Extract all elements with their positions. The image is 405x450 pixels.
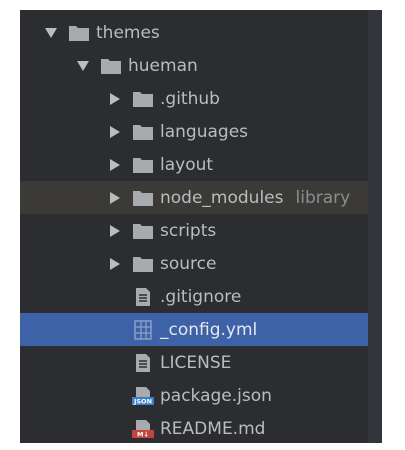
folder-icon: [100, 56, 122, 76]
tree-item-label: themes: [96, 22, 160, 43]
tree-item-themes[interactable]: themes: [20, 16, 368, 49]
project-tree-panel: themes hueman .github languages layout n…: [20, 10, 382, 443]
chevron-right-icon[interactable]: [108, 191, 122, 205]
chevron-right-icon[interactable]: [108, 257, 122, 271]
yml-file-icon: [132, 319, 154, 340]
vertical-scrollbar[interactable]: [368, 10, 382, 443]
chevron-down-icon[interactable]: [44, 26, 58, 40]
text-file-icon: [132, 353, 154, 373]
tree-item-label: .gitignore: [160, 286, 242, 307]
tree-item-source[interactable]: source: [20, 247, 368, 280]
svg-text:JSON: JSON: [133, 397, 152, 405]
tree-item-label: scripts: [160, 220, 217, 241]
tree-item-scripts[interactable]: scripts: [20, 214, 368, 247]
tree-item-label: _config.yml: [160, 319, 258, 340]
tree-item-gitignore[interactable]: .gitignore: [20, 280, 368, 313]
project-tree: themes hueman .github languages layout n…: [20, 16, 368, 443]
chevron-right-icon[interactable]: [108, 92, 122, 106]
folder-icon: [132, 122, 154, 142]
folder-icon: [68, 23, 90, 43]
json-file-icon: JSON: [132, 386, 154, 406]
tree-item-label: languages: [160, 121, 249, 142]
tree-item-languages[interactable]: languages: [20, 115, 368, 148]
chevron-down-icon[interactable]: [76, 59, 90, 73]
tree-item-label: source: [160, 253, 217, 274]
folder-icon: [132, 155, 154, 175]
chevron-right-icon[interactable]: [108, 158, 122, 172]
svg-text:M↓: M↓: [137, 430, 149, 438]
markdown-file-icon: M↓: [132, 419, 154, 439]
tree-item-layout[interactable]: layout: [20, 148, 368, 181]
folder-icon: [132, 254, 154, 274]
tree-item-label: .github: [160, 88, 220, 109]
chevron-right-icon[interactable]: [108, 224, 122, 238]
tree-item-node-modules[interactable]: node_modules library: [20, 181, 368, 214]
tree-item-hueman[interactable]: hueman: [20, 49, 368, 82]
tree-item-label: layout: [160, 154, 214, 175]
tree-item-label: package.json: [160, 385, 272, 406]
folder-icon: [132, 89, 154, 109]
library-hint: library: [295, 187, 351, 208]
folder-icon: [132, 221, 154, 241]
tree-item-label: LICENSE: [160, 352, 232, 373]
tree-item-license[interactable]: LICENSE: [20, 346, 368, 379]
text-file-icon: [132, 287, 154, 307]
tree-item-github[interactable]: .github: [20, 82, 368, 115]
tree-item-label: node_modules: [160, 187, 284, 208]
tree-item-readme-md[interactable]: M↓ README.md: [20, 412, 368, 443]
tree-item-package-json[interactable]: JSON package.json: [20, 379, 368, 412]
tree-item-config-yml[interactable]: _config.yml: [20, 313, 368, 346]
folder-icon: [132, 188, 154, 208]
chevron-right-icon[interactable]: [108, 125, 122, 139]
tree-item-label: README.md: [160, 418, 266, 439]
tree-item-label: hueman: [128, 55, 198, 76]
